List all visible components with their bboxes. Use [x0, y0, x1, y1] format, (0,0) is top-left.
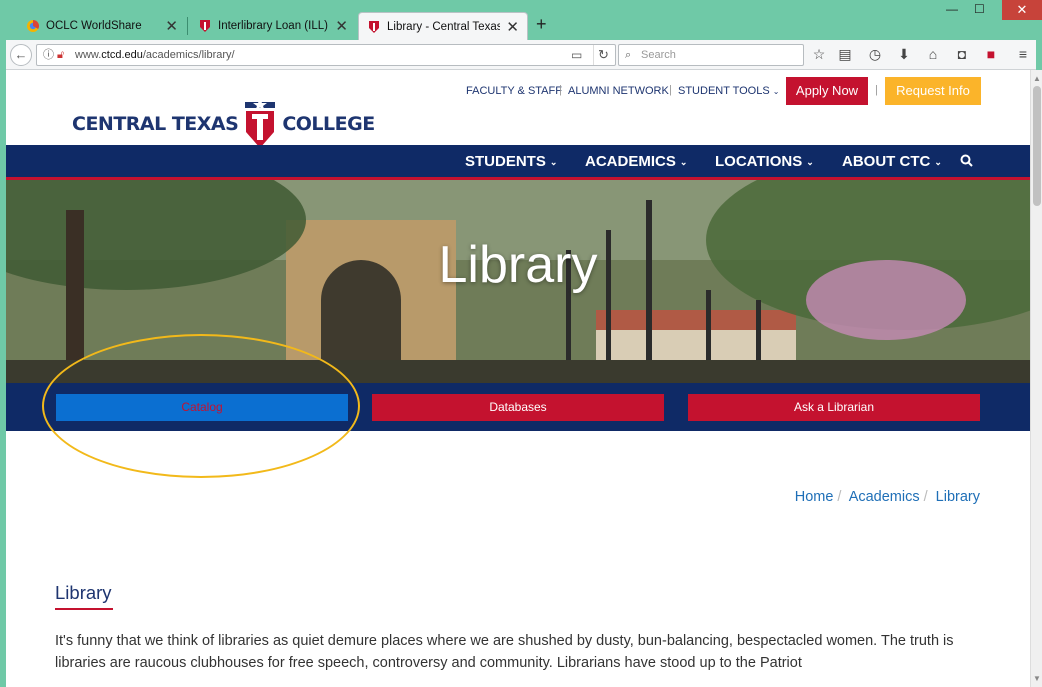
page-title: Library — [55, 582, 112, 603]
apply-now-button[interactable]: Apply Now — [786, 77, 868, 105]
url-path: /academics/library/ — [142, 49, 235, 61]
logo-text-right: COLLEGE — [282, 113, 375, 135]
search-icon: ⌕ — [625, 49, 632, 61]
pdf-icon[interactable]: ■ — [982, 46, 1000, 62]
chevron-down-icon: ⌄ — [934, 156, 942, 167]
close-tab-icon[interactable]: ✕ — [506, 18, 519, 36]
hero-banner: Library — [6, 180, 1030, 383]
nav-label: STUDENTS — [465, 153, 546, 170]
url-text: www.ctcd.edu/academics/library/ — [75, 45, 235, 65]
logo-text-left: CENTRAL TEXAS — [72, 113, 239, 135]
request-info-button[interactable]: Request Info — [885, 77, 981, 105]
college-logo[interactable]: CENTRAL TEXAS COLLEGE — [72, 98, 375, 150]
tab-title: Library - Central Texas Col... — [387, 20, 501, 33]
nav-about-ctc[interactable]: ABOUT CTC ⌄ — [842, 153, 942, 170]
hero-title: Library — [438, 236, 598, 294]
title-underline — [55, 608, 113, 610]
oclc-icon — [26, 19, 40, 33]
search-input[interactable]: ⌕ Search — [618, 44, 804, 66]
close-tab-icon[interactable]: ✕ — [335, 17, 348, 35]
back-arrow-icon[interactable]: ← — [10, 44, 32, 66]
scroll-down-icon[interactable]: ▼ — [1033, 674, 1041, 683]
main-navigation: STUDENTS ⌄ ACADEMICS ⌄ LOCATIONS ⌄ ABOUT CT… — [6, 145, 1030, 180]
nav-label: LOCATIONS — [715, 153, 803, 170]
logo-shield-icon — [245, 98, 276, 148]
tab-oclc[interactable]: OCLC WorldShare ✕ — [18, 12, 186, 40]
faculty-staff-link[interactable]: FACULTY & STAFF — [466, 85, 562, 97]
breadcrumb-academics[interactable]: Academics — [849, 489, 920, 505]
nav-label: ABOUT CTC — [842, 153, 931, 170]
divider: | — [559, 84, 562, 96]
ask-a-librarian-button[interactable]: Ask a Librarian — [688, 394, 980, 421]
tab-title: OCLC WorldShare — [46, 20, 142, 32]
breadcrumb-separator: / — [837, 489, 842, 505]
window-close-icon[interactable]: ✕ — [1002, 0, 1042, 20]
intro-paragraph: It's funny that we think of libraries as… — [55, 633, 954, 671]
url-host: ctcd.edu — [101, 49, 143, 61]
library-quick-links: Catalog Databases Ask a Librarian — [6, 383, 1030, 431]
nav-label: ACADEMICS — [585, 153, 676, 170]
download-icon[interactable]: ⬇ — [895, 46, 913, 63]
chevron-down-icon: ⌄ — [806, 156, 814, 167]
divider: | — [875, 84, 878, 96]
clipboard-icon[interactable]: ▤ — [836, 46, 854, 63]
menu-icon[interactable]: ≡ — [1014, 46, 1032, 62]
url-bar[interactable]: ⓘ 🔓︎ www.ctcd.edu/academics/library/ ▭ ↻ — [36, 44, 616, 66]
search-icon[interactable] — [960, 154, 973, 167]
info-icon[interactable]: ⓘ — [43, 45, 54, 65]
url-prefix: www. — [75, 49, 102, 61]
web-page: FACULTY & STAFF | ALUMNI NETWORK | STUDE… — [6, 70, 1030, 687]
tab-divider — [187, 17, 188, 35]
scroll-thumb[interactable] — [1033, 86, 1041, 206]
nav-academics[interactable]: ACADEMICS ⌄ — [585, 153, 687, 170]
new-tab-icon[interactable]: + — [536, 14, 547, 35]
bookmark-star-icon[interactable]: ☆ — [810, 46, 828, 63]
scroll-up-icon[interactable]: ▲ — [1033, 74, 1041, 83]
tab-title: Interlibrary Loan (ILL) - Ce... — [218, 20, 329, 32]
databases-button[interactable]: Databases — [372, 394, 664, 421]
student-tools-label: STUDENT TOOLS — [678, 85, 770, 97]
home-icon[interactable]: ⌂ — [924, 46, 942, 62]
alumni-network-link[interactable]: ALUMNI NETWORK — [568, 85, 669, 97]
reader-view-icon[interactable]: ▭ — [571, 45, 582, 65]
breadcrumb-separator: / — [923, 489, 928, 505]
ctc-icon — [198, 19, 212, 33]
nav-locations[interactable]: LOCATIONS ⌄ — [715, 153, 814, 170]
browser-titlebar: OCLC WorldShare ✕ Interlibrary Loan (ILL… — [0, 0, 1042, 40]
tab-interlibrary-loan[interactable]: Interlibrary Loan (ILL) - Ce... ✕ — [190, 12, 356, 40]
chevron-down-icon: ⌄ — [772, 87, 780, 96]
student-tools-link[interactable]: STUDENT TOOLS ⌄ — [678, 85, 779, 97]
search-placeholder: Search — [641, 49, 676, 61]
close-tab-icon[interactable]: ✕ — [165, 17, 178, 35]
pocket-icon[interactable]: ◘ — [953, 46, 971, 62]
maximize-icon[interactable]: ☐ — [974, 2, 985, 16]
breadcrumb: Home / Academics / Library — [795, 489, 980, 505]
minimize-icon[interactable]: — — [946, 2, 958, 16]
tab-library[interactable]: Library - Central Texas Col... ✕ — [358, 12, 528, 40]
insecure-lock-icon[interactable]: 🔓︎ — [57, 45, 64, 65]
divider: | — [669, 84, 672, 96]
chevron-down-icon: ⌄ — [679, 156, 688, 167]
chevron-down-icon: ⌄ — [549, 156, 558, 167]
browser-toolbar: ← ⓘ 🔓︎ www.ctcd.edu/academics/library/ ▭… — [6, 40, 1036, 70]
breadcrumb-library[interactable]: Library — [936, 489, 980, 505]
catalog-button[interactable]: Catalog — [56, 394, 348, 421]
page-scrollbar[interactable]: ▲ ▼ — [1030, 70, 1042, 687]
ctc-icon — [367, 20, 381, 34]
reload-icon[interactable]: ↻ — [593, 45, 609, 65]
history-icon[interactable]: ◷ — [866, 46, 884, 63]
nav-students[interactable]: STUDENTS ⌄ — [465, 153, 557, 170]
breadcrumb-home[interactable]: Home — [795, 489, 834, 505]
